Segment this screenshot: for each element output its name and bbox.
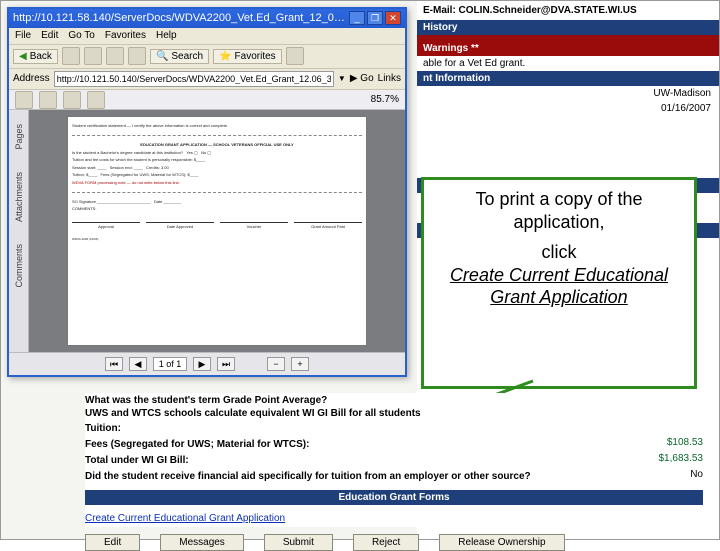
pdf-toolbar: 85.7% <box>9 90 405 111</box>
note-calc: UWS and WTCS schools calculate equivalen… <box>85 408 703 419</box>
print-icon[interactable] <box>39 91 57 109</box>
page-number-input[interactable] <box>153 357 187 371</box>
favorites-button[interactable]: ⭐Favorites <box>213 49 282 64</box>
section-history: History <box>417 20 719 35</box>
page-navigator: ⏮ ◀ ▶ ⏭ − + <box>9 352 405 375</box>
edit-button[interactable]: Edit <box>85 534 140 551</box>
zoom-value: 85.7% <box>371 94 399 105</box>
question-finaid: Did the student receive financial aid sp… <box>85 471 531 482</box>
finaid-answer: No <box>690 469 703 484</box>
tab-pages[interactable]: Pages <box>14 124 24 150</box>
save-icon[interactable] <box>15 91 33 109</box>
menu-file[interactable]: File <box>15 30 31 41</box>
links-button[interactable]: Links <box>378 73 401 84</box>
window-title: http://10.121.58.140/ServerDocs/WDVA2200… <box>13 12 349 24</box>
window-max-button[interactable]: ❐ <box>367 11 383 25</box>
titlebar: http://10.121.58.140/ServerDocs/WDVA2200… <box>9 9 405 28</box>
reject-button[interactable]: Reject <box>353 534 419 551</box>
pdf-sidebar: Pages Attachments Comments <box>9 110 29 352</box>
menu-favorites[interactable]: Favorites <box>105 30 146 41</box>
create-application-link[interactable]: Create Current Educational Grant Applica… <box>85 513 285 524</box>
total-amount: $1,683.53 <box>659 453 704 468</box>
home-icon[interactable] <box>128 47 146 65</box>
section-information: nt Information <box>417 71 719 86</box>
address-bar: Address ▼ ▶ Go Links <box>9 69 405 90</box>
total-label: Total under WI GI Bill: <box>85 455 189 466</box>
zoom-in-button[interactable]: + <box>291 357 309 371</box>
stop-icon[interactable] <box>84 47 102 65</box>
callout-line-2: click <box>434 241 684 264</box>
instruction-callout: To print a copy of the application, clic… <box>421 177 697 389</box>
submit-button[interactable]: Submit <box>264 534 333 551</box>
browser-toolbar: ◀Back 🔍Search ⭐Favorites <box>9 45 405 69</box>
fees-amount: $108.53 <box>667 437 703 452</box>
pdf-page: Student certification statement — I cert… <box>67 116 367 346</box>
contact-email: E-Mail: COLIN.Schneider@DVA.STATE.WI.US <box>417 1 719 20</box>
go-button[interactable]: ▶ Go <box>350 73 374 84</box>
release-ownership-button[interactable]: Release Ownership <box>439 534 564 551</box>
search-button[interactable]: 🔍Search <box>150 49 209 64</box>
window-min-button[interactable]: _ <box>349 11 365 25</box>
pdf-viewer-window: http://10.121.58.140/ServerDocs/WDVA2200… <box>7 7 407 377</box>
messages-button[interactable]: Messages <box>160 534 244 551</box>
warnings-bar: Warnings ** <box>417 41 719 56</box>
callout-link-name: Create Current Educational Grant Applica… <box>450 265 668 308</box>
next-page-button[interactable]: ▶ <box>193 357 211 371</box>
callout-line-1: To print a copy of the application, <box>434 188 684 233</box>
window-close-button[interactable]: ✕ <box>385 11 401 25</box>
form-content: What was the student's term Grade Point … <box>85 393 703 527</box>
school-value: UW-Madison <box>653 88 711 99</box>
forward-icon[interactable] <box>62 47 80 65</box>
tab-attachments[interactable]: Attachments <box>14 172 24 222</box>
prev-page-button[interactable]: ◀ <box>129 357 147 371</box>
last-page-button[interactable]: ⏭ <box>217 357 235 371</box>
find-icon[interactable] <box>87 91 105 109</box>
tuition-label: Tuition: <box>85 423 121 434</box>
menu-goto[interactable]: Go To <box>68 30 95 41</box>
toolbar-icon[interactable] <box>286 47 304 65</box>
address-label: Address <box>13 73 50 84</box>
menu-help[interactable]: Help <box>156 30 177 41</box>
address-input[interactable] <box>54 71 334 87</box>
question-gpa: What was the student's term Grade Point … <box>85 395 703 406</box>
mail-icon[interactable] <box>63 91 81 109</box>
section-forms: Education Grant Forms <box>85 490 703 505</box>
text-fragment: able for a Vet Ed grant. <box>417 56 719 71</box>
refresh-icon[interactable] <box>106 47 124 65</box>
menubar: File Edit Go To Favorites Help <box>9 28 405 45</box>
fees-label: Fees (Segregated for UWS; Material for W… <box>85 439 309 450</box>
tab-comments[interactable]: Comments <box>14 244 24 288</box>
zoom-out-button[interactable]: − <box>267 357 285 371</box>
menu-edit[interactable]: Edit <box>41 30 58 41</box>
date-value: 01/16/2007 <box>661 103 711 114</box>
back-button[interactable]: ◀Back <box>13 49 58 64</box>
first-page-button[interactable]: ⏮ <box>105 357 123 371</box>
